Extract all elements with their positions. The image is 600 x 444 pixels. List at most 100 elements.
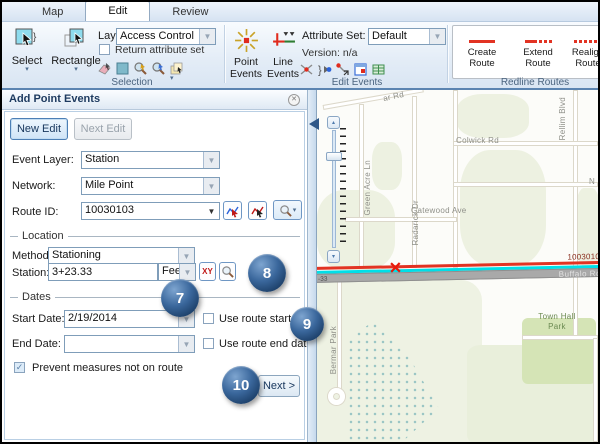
event-layer-label: Event Layer: (12, 154, 74, 166)
select-route-alt-button[interactable] (248, 201, 267, 220)
xy-coordinates-button[interactable]: XY (199, 262, 216, 281)
rectangle-tool-icon (63, 26, 89, 55)
callout-badge-8: 8 (248, 254, 286, 292)
map-land-patch (372, 142, 402, 190)
prevent-measures-checkbox[interactable]: ✓ (14, 362, 25, 373)
network-label: Network: (12, 180, 55, 192)
end-date-label: End Date: (12, 338, 61, 350)
chevron-down-icon[interactable]: ▼ (203, 178, 219, 194)
station-label: Station: (12, 267, 49, 279)
callout-badge-10: 10 (222, 366, 260, 404)
attribute-set-label: Attribute Set: (302, 30, 366, 42)
clear-selection-icon[interactable] (96, 60, 112, 76)
create-route-label: Create Route (457, 48, 507, 69)
point-events-button[interactable]: Point Events (228, 28, 264, 80)
panel-splitter[interactable] (307, 90, 317, 442)
return-attribute-set-checkbox[interactable] (99, 44, 110, 55)
close-icon[interactable]: ✕ (288, 94, 300, 106)
collapse-panel-arrow-icon[interactable] (309, 118, 319, 130)
select-route-on-map-button[interactable] (223, 201, 242, 220)
rectangle-button[interactable]: Rectangle ▾ (52, 26, 100, 73)
road-edge-south (593, 338, 598, 442)
zoom-slider-ticks (340, 128, 346, 248)
chevron-down-icon[interactable]: ▼ (203, 152, 219, 168)
station-input[interactable]: 3+23.33 (48, 263, 158, 281)
layer-dropdown[interactable]: Access Control ▼ (116, 28, 216, 45)
magnifier-icon (221, 265, 234, 278)
tab-review[interactable]: Review (150, 3, 230, 21)
ribbon-tab-bar: Map Edit Review (2, 2, 598, 22)
route-id-value: 10030103 (82, 203, 204, 219)
panel-title: Add Point Events (9, 93, 100, 105)
select-box-icon[interactable] (114, 60, 130, 76)
route-id-combobox[interactable]: 10030103 ▼ (81, 202, 220, 220)
road-gatewood-ave (345, 217, 457, 222)
map-canvas[interactable]: ar Rd Green Acre Ln Radarick Dr Colwick … (317, 90, 598, 442)
redline-routes-group-caption: Redline Routes (472, 77, 598, 88)
zoom-to-selection-icon[interactable] (132, 60, 148, 76)
chevron-down-icon[interactable]: ▼ (179, 264, 195, 280)
select-tool-icon: } (14, 26, 40, 55)
line-events-button[interactable]: Line Events (265, 28, 301, 80)
zoom-to-next-selected-icon[interactable] (150, 60, 166, 76)
merge-events-icon[interactable]: } (316, 61, 332, 77)
new-edit-button[interactable]: New Edit (10, 118, 68, 140)
callout-badge-9: 9 (290, 307, 324, 341)
move-event-icon[interactable] (334, 61, 350, 77)
realign-route-label: Realign Route (568, 48, 600, 69)
chevron-down-icon: ▾ (74, 67, 78, 73)
chevron-down-icon: ▾ (293, 206, 297, 214)
select-button[interactable]: } Select ▾ (6, 26, 48, 73)
extend-route-icon (525, 34, 552, 48)
tab-map[interactable]: Map (20, 3, 85, 21)
chevron-down-icon[interactable]: ▼ (199, 29, 215, 44)
route-id-label: Route ID: (12, 206, 58, 218)
zoom-out-button[interactable]: ▾ (327, 250, 340, 263)
ribbon: } Select ▾ Rectangle ▾ Layer: Access Con… (2, 22, 598, 90)
street-label-bermar-park: Bermar Park (329, 326, 338, 374)
method-label: Method: (12, 250, 52, 262)
use-route-end-date-checkbox[interactable] (203, 338, 214, 349)
map-land-patch (457, 94, 529, 138)
chevron-down-icon[interactable]: ▼ (178, 336, 194, 352)
event-layer-dropdown[interactable]: Station ▼ (81, 151, 220, 169)
route-number-label: 10030103 (567, 252, 598, 262)
street-label-rellim: Rellim Blvd (558, 97, 567, 140)
route-search-dropdown-button[interactable]: ▾ (273, 200, 302, 220)
zoom-slider-track[interactable] (332, 130, 336, 248)
location-caption: Location (22, 230, 64, 242)
point-events-icon (234, 28, 259, 56)
station-search-button[interactable] (219, 262, 236, 281)
version-label: Version: n/a (302, 47, 357, 59)
attribute-set-value: Default (369, 29, 429, 44)
start-date-label: Start Date: (12, 313, 65, 325)
road-ar-rd (323, 90, 424, 110)
street-label-buffalo: Buffalo Rd (559, 269, 598, 279)
split-event-icon[interactable] (298, 61, 314, 77)
end-date-picker[interactable]: ▼ (64, 335, 195, 353)
zoom-in-button[interactable]: ▴ (327, 116, 340, 129)
next-button[interactable]: Next > (258, 375, 300, 397)
group-divider (447, 25, 448, 83)
extend-route-button[interactable]: Extend Route (512, 34, 564, 69)
use-route-start-date-checkbox[interactable] (203, 313, 214, 324)
network-value: Mile Point (82, 178, 203, 194)
street-label-n-partial: N (589, 177, 595, 186)
street-label-ar-rd: ar Rd (382, 90, 404, 103)
event-window-icon[interactable] (352, 61, 368, 77)
chevron-down-icon[interactable]: ▼ (178, 248, 194, 264)
chevron-down-icon[interactable]: ▼ (429, 29, 445, 44)
event-table-icon[interactable] (370, 61, 386, 77)
tab-edit[interactable]: Edit (85, 1, 150, 21)
svg-text:}: } (33, 32, 37, 43)
next-edit-button[interactable]: Next Edit (74, 118, 132, 140)
chevron-down-icon[interactable]: ▼ (204, 203, 219, 219)
realign-route-button[interactable]: Realign Route (568, 34, 600, 69)
zoom-slider-handle[interactable] (326, 152, 342, 161)
create-route-button[interactable]: Create Route (457, 34, 507, 69)
attribute-set-dropdown[interactable]: Default ▼ (368, 28, 446, 45)
location-separator: Location (10, 230, 300, 242)
map-land-patch (460, 150, 546, 266)
network-dropdown[interactable]: Mile Point ▼ (81, 177, 220, 195)
route-buffalo-rd[interactable]: ✕ 10030103 Buffalo Rd -33 (317, 261, 598, 289)
